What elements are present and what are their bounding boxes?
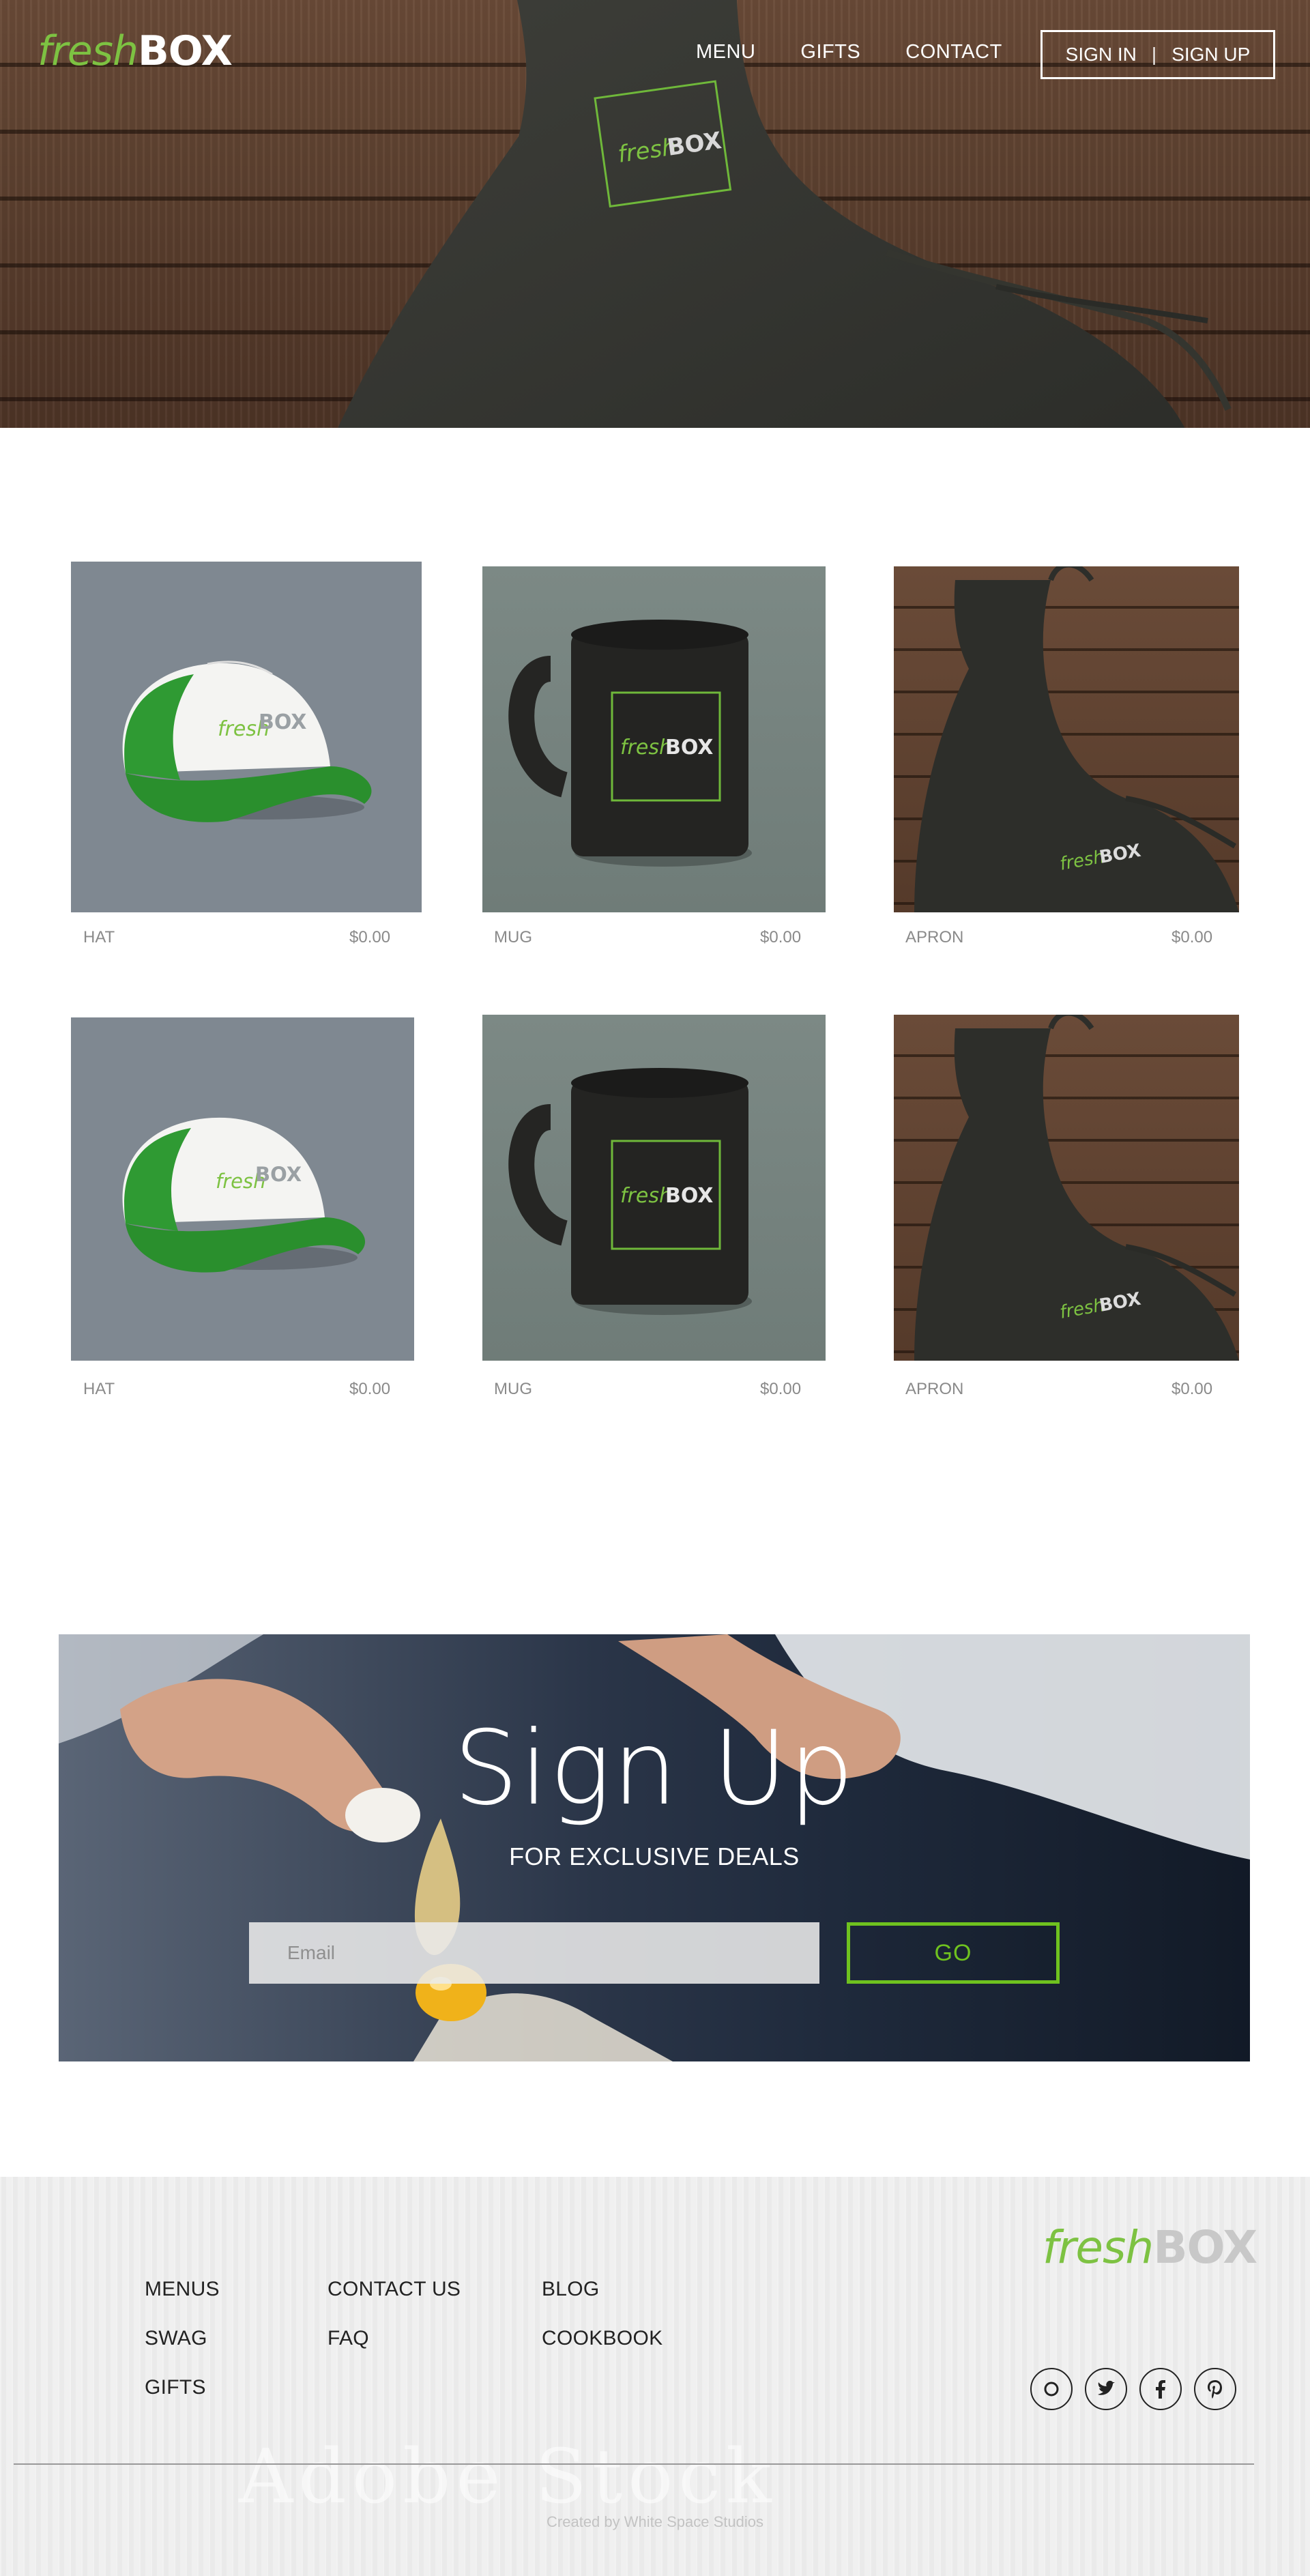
main-nav: MENU GIFTS CONTACT — [696, 41, 1002, 63]
footer-column-2: CONTACT US FAQ — [328, 2279, 461, 2349]
svg-text:fresh: fresh — [620, 1184, 672, 1208]
footer-link-contact-us[interactable]: CONTACT US — [328, 2279, 461, 2300]
mug-image[interactable]: fresh BOX — [482, 1015, 826, 1361]
signup-banner: Sign Up FOR EXCLUSIVE DEALS GO — [59, 1634, 1250, 2061]
email-input[interactable] — [249, 1922, 819, 1984]
footer-link-menus[interactable]: MENUS — [145, 2279, 220, 2300]
footer: Adobe Stock MENUS SWAG GIFTS CONTACT US … — [0, 2177, 1310, 2576]
footer-divider — [14, 2463, 1254, 2465]
signup-subtitle: FOR EXCLUSIVE DEALS — [509, 1842, 800, 1870]
footer-credit: Created by White Space Studios — [547, 2513, 763, 2530]
hat-icon: fresh BOX — [122, 661, 372, 822]
brand-logo[interactable]: fresh BOX — [38, 27, 233, 75]
mug-icon: fresh BOX — [508, 620, 752, 867]
svg-text:fresh: fresh — [620, 736, 672, 759]
mug-icon: fresh BOX — [508, 1068, 752, 1315]
hat-image[interactable]: fresh BOX — [71, 1017, 414, 1361]
footer-link-swag[interactable]: SWAG — [145, 2328, 220, 2349]
footer-link-faq[interactable]: FAQ — [328, 2328, 461, 2349]
hero-banner: fresh BOX fresh BOX MENU GIFTS CONTACT S… — [0, 0, 1310, 428]
product-price: $0.00 — [760, 1380, 802, 1398]
hat-image[interactable]: fresh BOX — [71, 562, 422, 912]
logo-fresh-text: fresh — [38, 27, 139, 75]
product-name: MUG — [494, 928, 532, 946]
apron-icon: fresh BOX — [914, 566, 1239, 912]
instagram-icon[interactable] — [1030, 2368, 1073, 2410]
nav-menu-link[interactable]: MENU — [696, 41, 755, 63]
product-name: HAT — [83, 928, 115, 946]
product-name: HAT — [83, 1380, 115, 1398]
product-name: APRON — [905, 928, 964, 946]
apron-image[interactable]: fresh BOX — [894, 1015, 1239, 1361]
pinterest-icon[interactable] — [1194, 2368, 1236, 2410]
apron-image[interactable]: fresh BOX — [894, 566, 1239, 912]
logo-fresh-text: fresh — [1043, 2221, 1154, 2274]
footer-link-cookbook[interactable]: COOKBOOK — [542, 2328, 663, 2349]
product-price: $0.00 — [349, 1380, 391, 1398]
svg-text:BOX: BOX — [665, 736, 713, 759]
signup-title: Sign Up — [453, 1709, 856, 1828]
product-price: $0.00 — [1171, 928, 1213, 946]
product-price: $0.00 — [349, 928, 391, 946]
footer-column-1: MENUS SWAG GIFTS — [145, 2279, 220, 2398]
nav-contact-link[interactable]: CONTACT — [905, 41, 1002, 63]
twitter-icon[interactable] — [1085, 2368, 1127, 2410]
footer-link-gifts[interactable]: GIFTS — [145, 2377, 220, 2398]
go-button[interactable]: GO — [847, 1922, 1060, 1984]
footer-brand-logo[interactable]: fresh BOX — [1043, 2221, 1257, 2274]
auth-separator: | — [1151, 44, 1157, 65]
logo-box-text: BOX — [1153, 2221, 1257, 2274]
footer-column-3: BLOG COOKBOOK — [542, 2279, 663, 2349]
mug-image[interactable]: fresh BOX — [482, 566, 826, 912]
sign-up-link[interactable]: SIGN UP — [1171, 44, 1250, 66]
product-price: $0.00 — [1171, 1380, 1213, 1398]
product-name: APRON — [905, 1380, 964, 1398]
social-links — [1030, 2368, 1236, 2410]
adobe-stock-watermark: Adobe Stock — [239, 2433, 777, 2520]
product-price: $0.00 — [760, 928, 802, 946]
svg-text:BOX: BOX — [259, 710, 306, 734]
auth-box: SIGN IN | SIGN UP — [1040, 30, 1275, 79]
facebook-icon[interactable] — [1139, 2368, 1182, 2410]
product-name: MUG — [494, 1380, 532, 1398]
svg-text:BOX: BOX — [255, 1163, 302, 1186]
apron-icon: fresh BOX — [914, 1015, 1239, 1361]
footer-link-blog[interactable]: BLOG — [542, 2279, 663, 2300]
nav-gifts-link[interactable]: GIFTS — [800, 41, 860, 63]
sign-in-link[interactable]: SIGN IN — [1066, 44, 1137, 66]
hat-icon: fresh BOX — [122, 1117, 366, 1273]
svg-text:BOX: BOX — [665, 1184, 713, 1208]
logo-box-text: BOX — [138, 27, 233, 75]
